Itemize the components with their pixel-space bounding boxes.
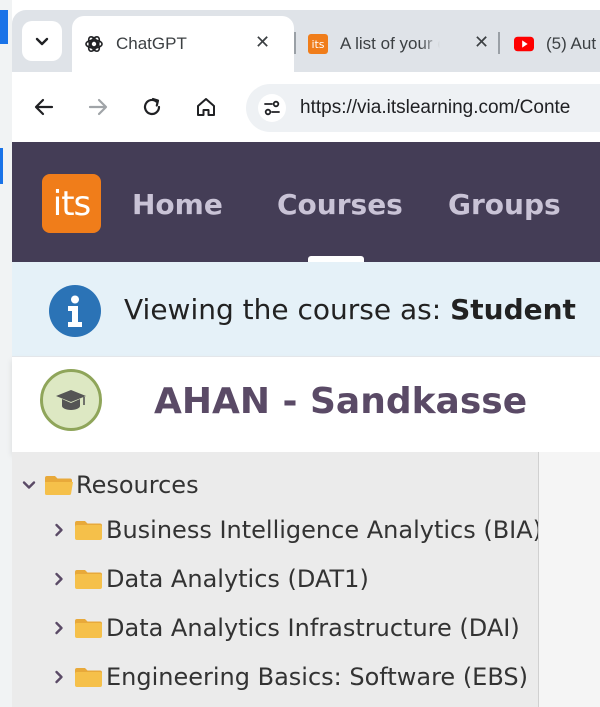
course-title: AHAN - Sandkasse — [154, 381, 528, 422]
close-tab-icon[interactable]: ✕ — [474, 32, 489, 53]
site-navigation: its Home Courses Groups — [12, 142, 600, 262]
chevron-right-icon[interactable] — [48, 617, 70, 639]
background-accent — [0, 148, 3, 184]
chevron-right-icon[interactable] — [48, 519, 70, 541]
folder-icon — [75, 619, 102, 638]
nav-home[interactable]: Home — [132, 188, 223, 221]
folder-icon — [75, 570, 102, 589]
chatgpt-icon — [84, 34, 104, 54]
tab-title: (5) Aut — [546, 34, 597, 53]
youtube-icon — [514, 34, 534, 54]
reload-icon — [143, 97, 161, 116]
tree-root-resources[interactable]: Resources — [18, 467, 199, 503]
site-settings-icon[interactable] — [258, 94, 286, 122]
itslearning-logo[interactable]: its — [42, 174, 101, 233]
chevron-down-icon[interactable] — [18, 474, 40, 496]
back-button[interactable] — [26, 89, 62, 125]
course-header: AHAN - Sandkasse — [12, 356, 600, 452]
viewing-as-label: Viewing the course as: — [124, 293, 451, 326]
tree-item[interactable]: Data Analytics Infrastructure (DAI) — [48, 610, 520, 646]
graduation-cap-icon — [40, 369, 102, 431]
folder-icon — [75, 668, 102, 687]
tab-separator — [498, 32, 500, 54]
url-text: https://via.itslearning.com/Conte — [300, 97, 571, 118]
tab-itslearning-list[interactable]: its A list of your co ✕ — [296, 16, 496, 72]
address-bar[interactable]: https://via.itslearning.com/Conte — [246, 84, 600, 132]
resources-tree: Resources Business Intelligence Analytic… — [12, 452, 542, 707]
tree-item[interactable]: Business Intelligence Analytics (BIA) — [48, 512, 542, 548]
tree-item[interactable]: Engineering Basics: Software (EBS) — [48, 659, 528, 695]
tree-item-label: Data Analytics Infrastructure (DAI) — [106, 614, 520, 642]
tree-item-label: Data Analytics (DAT1) — [106, 565, 369, 593]
viewing-role: Student — [450, 293, 576, 326]
tree-item-label: Business Intelligence Analytics (BIA) — [106, 516, 543, 544]
tab-title: A list of your co — [340, 34, 440, 53]
tree-item[interactable]: Data Analytics (DAT1) — [48, 561, 369, 597]
tree-item-label: Engineering Basics: Software (EBS) — [106, 663, 528, 691]
background-window-edge — [0, 0, 12, 707]
background-accent — [0, 10, 8, 44]
info-icon — [49, 285, 101, 337]
itslearning-icon: its — [308, 34, 328, 54]
browser-toolbar: https://via.itslearning.com/Conte — [12, 72, 600, 142]
tab-chatgpt[interactable]: ChatGPT ✕ — [72, 16, 294, 72]
tab-youtube[interactable]: (5) Aut — [502, 16, 600, 72]
tab-title: ChatGPT — [116, 34, 187, 53]
nav-groups[interactable]: Groups — [448, 188, 561, 221]
chevron-down-icon — [35, 37, 49, 46]
back-arrow-icon — [34, 98, 54, 116]
chevron-right-icon[interactable] — [48, 568, 70, 590]
tree-root-label: Resources — [76, 471, 199, 499]
reload-button[interactable] — [134, 89, 170, 125]
close-tab-icon[interactable]: ✕ — [255, 32, 270, 53]
folder-icon — [75, 521, 102, 540]
tab-search-button[interactable] — [22, 21, 62, 61]
viewing-as-banner: Viewing the course as: Student — [12, 262, 600, 356]
home-icon — [197, 98, 215, 116]
nav-courses[interactable]: Courses — [277, 188, 403, 221]
content-panel — [539, 452, 600, 707]
forward-arrow-icon — [88, 98, 108, 116]
forward-button[interactable] — [80, 89, 116, 125]
folder-open-icon — [45, 476, 73, 495]
chevron-right-icon[interactable] — [48, 666, 70, 688]
viewing-as-text: Viewing the course as: Student — [124, 293, 576, 326]
tab-strip: ChatGPT ✕ its A list of your co ✕ (5) Au… — [12, 10, 600, 72]
home-button[interactable] — [188, 89, 224, 125]
